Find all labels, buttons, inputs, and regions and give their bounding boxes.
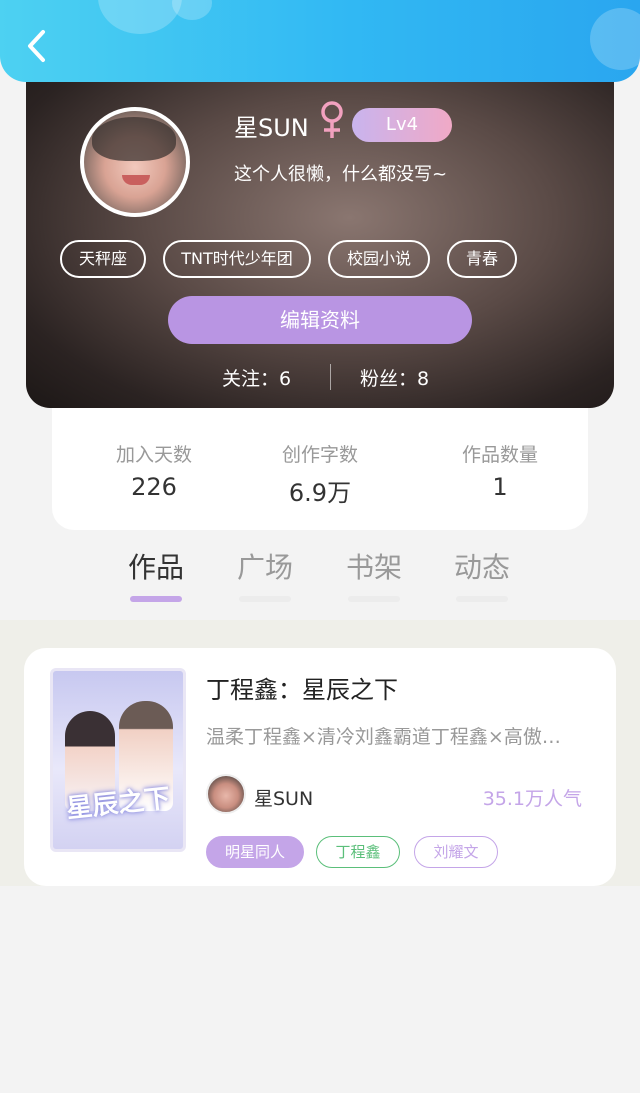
stat-value: 1 [492, 473, 508, 501]
user-avatar[interactable] [80, 107, 190, 217]
divider [330, 364, 331, 390]
stat-label: 创作字数 [281, 444, 358, 466]
author-name: 星SUN [254, 788, 314, 810]
profile-page: 星SUN Lv4 这个人很懒，什么都没写~ 天秤座 TNT时代少年团 校园小说 … [0, 0, 640, 1093]
profile-card: 星SUN Lv4 这个人很懒，什么都没写~ 天秤座 TNT时代少年团 校园小说 … [26, 62, 614, 408]
top-header [0, 0, 640, 82]
tab-indicator [348, 596, 400, 602]
tab-bookshelf[interactable]: 书架 [339, 546, 409, 586]
work-tag[interactable]: 丁程鑫 [316, 836, 400, 868]
username: 星SUN [234, 114, 309, 142]
profile-tag[interactable]: 天秤座 [60, 240, 146, 278]
work-tag[interactable]: 刘耀文 [414, 836, 498, 868]
profile-tag[interactable]: 青春 [447, 240, 517, 278]
follow-stats: 关注：6 粉丝：8 [26, 362, 614, 394]
work-title[interactable]: 丁程鑫：星辰之下 [206, 670, 398, 705]
tab-activity[interactable]: 动态 [447, 546, 517, 586]
chevron-left-icon [28, 30, 45, 62]
profile-tag[interactable]: TNT时代少年团 [163, 240, 311, 278]
stat-label: 加入天数 [115, 444, 192, 466]
tab-indicator [239, 596, 291, 602]
tab-indicator [456, 596, 508, 602]
decor-bubble [590, 8, 640, 70]
level-badge: Lv4 [352, 108, 452, 142]
tab-works[interactable]: 作品 [121, 546, 191, 586]
back-button[interactable] [18, 28, 54, 64]
profile-tag[interactable]: 校园小说 [328, 240, 430, 278]
female-symbol-icon [321, 101, 343, 138]
following-count[interactable]: 关注：6 [222, 364, 291, 391]
stats-card: 加入天数 226 创作字数 6.9万 作品数量 1 [52, 398, 588, 530]
profile-tabs: 作品 广场 书架 动态 [0, 546, 640, 606]
book-cover[interactable]: 星辰之下 [50, 668, 186, 852]
author-avatar [206, 774, 246, 814]
work-tag[interactable]: 明星同人 [206, 836, 304, 868]
stat-label: 作品数量 [461, 444, 538, 466]
stat-value: 226 [131, 473, 177, 501]
stat-works-count: 作品数量 1 [420, 440, 580, 501]
stat-join-days: 加入天数 226 [74, 440, 234, 501]
active-tab-indicator [130, 596, 182, 602]
work-card[interactable]: 星辰之下 丁程鑫：星辰之下 温柔丁程鑫×清冷刘鑫霸道丁程鑫×高傲… 星SUN 3… [24, 648, 616, 886]
decor-bubble [172, 0, 212, 20]
edit-profile-button[interactable]: 编辑资料 [168, 296, 472, 344]
stat-value: 6.9万 [288, 479, 352, 507]
fans-count[interactable]: 粉丝：8 [360, 364, 429, 391]
popularity-count: 35.1万人气 [482, 788, 582, 810]
stat-word-count: 创作字数 6.9万 [240, 440, 400, 508]
avatar-image [84, 111, 186, 213]
tab-square[interactable]: 广场 [230, 546, 300, 586]
decor-bubble [98, 0, 182, 34]
user-bio: 这个人很懒，什么都没写~ [234, 164, 448, 185]
work-description: 温柔丁程鑫×清冷刘鑫霸道丁程鑫×高傲… [206, 726, 561, 748]
